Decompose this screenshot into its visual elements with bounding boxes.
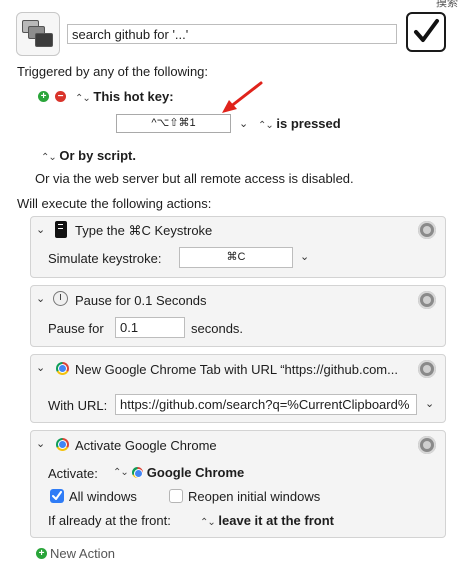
- script-trigger-popup[interactable]: ⌃⌄ Or by script.: [41, 148, 136, 163]
- red-arrow-annotation: [222, 81, 263, 113]
- action-title: Pause for 0.1 Seconds: [75, 293, 207, 308]
- pause-label: Pause for: [48, 321, 104, 336]
- url-field[interactable]: https://github.com/search?q=%CurrentClip…: [115, 394, 417, 415]
- hotkey-condition-label: is pressed: [276, 116, 341, 131]
- script-trigger-label: Or by script.: [59, 148, 136, 163]
- new-action-label: New Action: [50, 546, 116, 561]
- all-windows-label: All windows: [69, 489, 137, 504]
- action-type-keystroke[interactable]: ⌄ Type the ⌘C Keystroke Simulate keystro…: [30, 216, 446, 278]
- plus-icon: +: [36, 548, 47, 559]
- updown-icon: ⌃⌄: [41, 152, 57, 163]
- action-title: New Google Chrome Tab with URL “https://…: [75, 362, 398, 377]
- clock-icon: [53, 291, 68, 306]
- remove-trigger-icon[interactable]: −: [55, 91, 66, 102]
- action-pause[interactable]: ⌄ Pause for 0.1 Seconds Pause for 0.1 se…: [30, 285, 446, 347]
- new-action-button[interactable]: + New Action: [36, 546, 115, 561]
- keyboard-icon: [55, 221, 67, 238]
- corner-label: 摸索: [436, 0, 458, 9]
- gear-icon[interactable]: [418, 360, 436, 378]
- macro-name-field[interactable]: search github for '...': [67, 24, 397, 44]
- front-behavior-popup[interactable]: ⌃⌄ leave it at the front: [200, 513, 334, 528]
- app-selector-popup[interactable]: ⌃⌄ Google Chrome: [113, 465, 244, 480]
- keystroke-field[interactable]: ⌘C: [179, 247, 293, 268]
- chrome-icon: [56, 362, 69, 375]
- all-windows-checkbox[interactable]: [50, 489, 64, 503]
- updown-icon: ⌃⌄: [113, 467, 129, 478]
- web-server-note: Or via the web server but all remote acc…: [35, 171, 354, 186]
- updown-icon: ⌃⌄: [258, 120, 274, 131]
- chrome-icon: [131, 467, 143, 478]
- keystroke-label: Simulate keystroke:: [48, 251, 162, 266]
- disclosure-chevron-icon[interactable]: ⌄: [36, 292, 45, 305]
- hotkey-field[interactable]: ^⌥⇧⌘1: [116, 114, 231, 133]
- chevron-down-icon[interactable]: ⌄: [300, 250, 309, 263]
- app-name: Google Chrome: [146, 465, 245, 480]
- activate-label: Activate:: [48, 466, 98, 481]
- chevron-down-icon[interactable]: ⌄: [239, 117, 248, 130]
- url-label: With URL:: [48, 398, 108, 413]
- add-trigger-icon[interactable]: +: [38, 91, 49, 102]
- reopen-windows-label: Reopen initial windows: [188, 489, 321, 504]
- trigger-type-popup[interactable]: ⌃⌄ This hot key:: [75, 89, 174, 104]
- chrome-icon: [56, 438, 69, 451]
- disclosure-chevron-icon[interactable]: ⌄: [36, 223, 45, 236]
- reopen-windows-checkbox[interactable]: [169, 489, 183, 503]
- updown-icon: ⌃⌄: [200, 517, 216, 528]
- macro-icon[interactable]: [16, 12, 60, 56]
- disclosure-chevron-icon[interactable]: ⌄: [36, 361, 45, 374]
- gear-icon[interactable]: [418, 291, 436, 309]
- window-icon: [35, 33, 53, 47]
- macro-enabled-checkbox[interactable]: [406, 12, 446, 52]
- disclosure-chevron-icon[interactable]: ⌄: [36, 437, 45, 450]
- updown-icon: ⌃⌄: [75, 93, 91, 104]
- checkmark-icon: [52, 491, 62, 500]
- action-activate-chrome[interactable]: ⌄ Activate Google Chrome Activate: ⌃⌄ Go…: [30, 430, 446, 538]
- gear-icon[interactable]: [418, 221, 436, 239]
- action-new-chrome-tab[interactable]: ⌄ New Google Chrome Tab with URL “https:…: [30, 354, 446, 423]
- pause-seconds-field[interactable]: 0.1: [115, 317, 185, 338]
- action-title: Activate Google Chrome: [75, 438, 217, 453]
- actions-header: Will execute the following actions:: [17, 196, 212, 211]
- front-behavior-value: leave it at the front: [218, 513, 334, 528]
- checkmark-icon: [414, 19, 439, 42]
- triggers-header: Triggered by any of the following:: [17, 64, 209, 79]
- action-title: Type the ⌘C Keystroke: [75, 223, 213, 238]
- hot-key-label: This hot key:: [93, 89, 174, 104]
- hotkey-condition-popup[interactable]: ⌃⌄ is pressed: [258, 116, 341, 131]
- front-label: If already at the front:: [48, 513, 171, 528]
- seconds-label: seconds.: [191, 321, 244, 336]
- gear-icon[interactable]: [418, 436, 436, 454]
- chevron-down-icon[interactable]: ⌄: [425, 397, 434, 410]
